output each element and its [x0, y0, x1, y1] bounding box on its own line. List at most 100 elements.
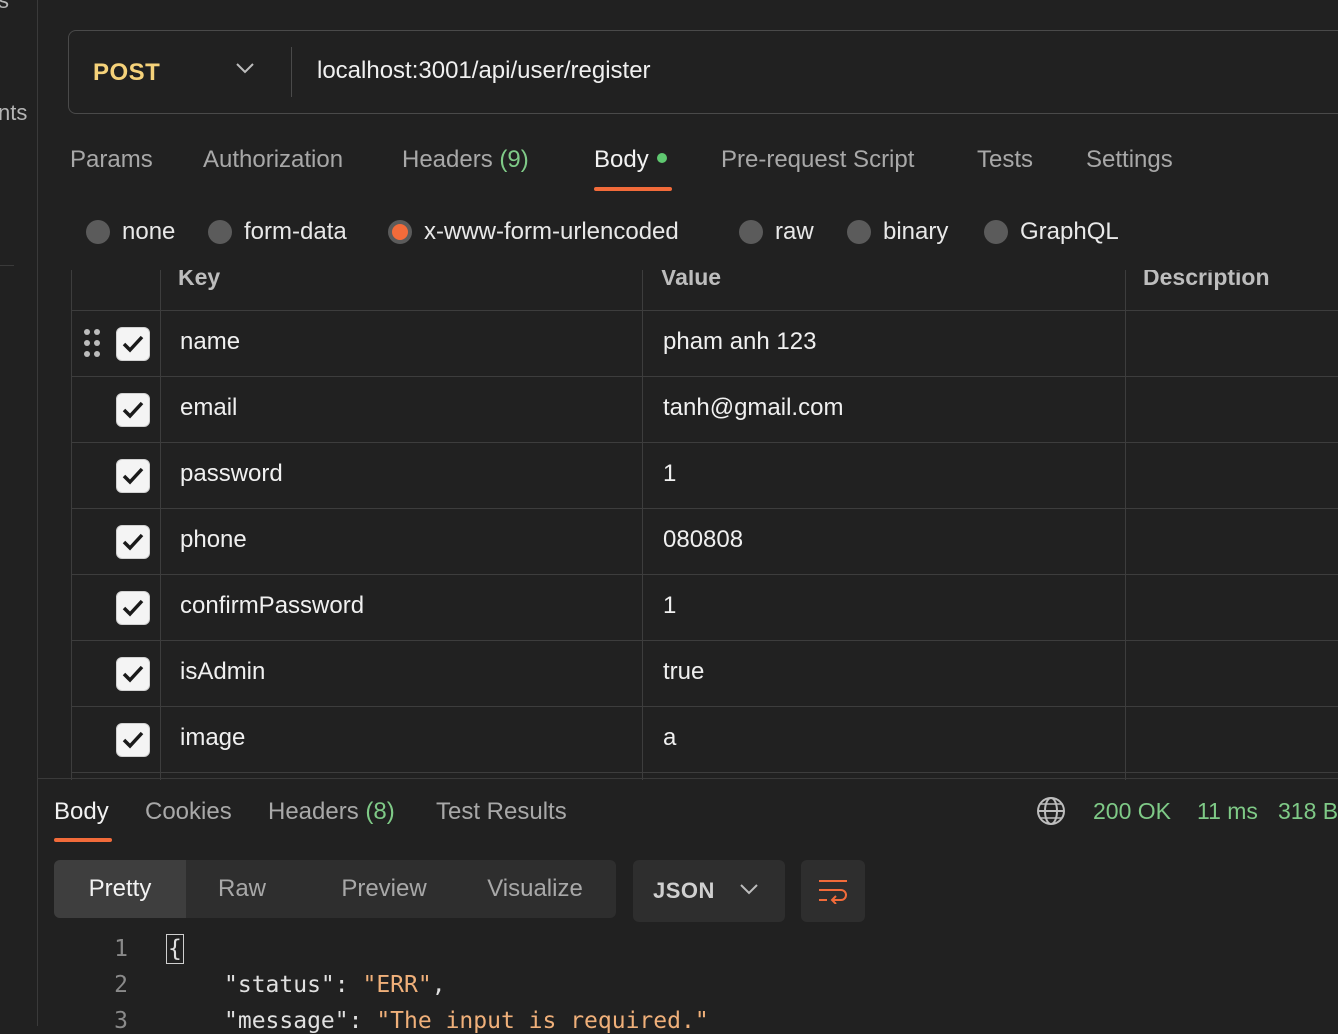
row-checkbox[interactable]	[116, 591, 150, 625]
format-tab-pretty[interactable]: Pretty	[54, 860, 186, 918]
column-header-description: Description	[1143, 270, 1270, 290]
radio-label: binary	[883, 218, 949, 245]
radio-x-www-form-urlencoded[interactable]: x-www-form-urlencoded	[388, 218, 679, 246]
checkbox-check-icon	[122, 335, 144, 353]
wrap-lines-icon	[819, 880, 847, 904]
key-cell[interactable]: confirmPassword	[180, 592, 364, 620]
radio-icon	[739, 220, 763, 244]
tab-headers-count: (9)	[499, 146, 529, 173]
row-checkbox[interactable]	[116, 393, 150, 427]
key-cell[interactable]: password	[180, 460, 283, 488]
response-tab-headers[interactable]: Headers (8)	[268, 798, 395, 826]
row-checkbox[interactable]	[116, 723, 150, 757]
radio-icon	[86, 220, 110, 244]
checkbox-check-icon	[122, 467, 144, 485]
active-tab-indicator	[594, 187, 672, 191]
radio-label: none	[122, 218, 176, 245]
sidebar-fragment[interactable]: nts	[0, 100, 27, 126]
language-label: JSON	[653, 878, 715, 903]
value-cell[interactable]: true	[663, 658, 704, 686]
key-cell[interactable]: image	[180, 724, 245, 752]
tab-pre-request-script[interactable]: Pre-request Script	[721, 146, 914, 174]
radio-none[interactable]: none	[86, 218, 175, 246]
radio-label: GraphQL	[1020, 218, 1119, 245]
key-cell[interactable]: phone	[180, 526, 247, 554]
sidebar-fragment[interactable]: s	[0, 0, 9, 14]
response-divider[interactable]	[38, 778, 1338, 779]
tab-params[interactable]: Params	[70, 146, 153, 174]
row-divider	[71, 310, 1338, 311]
tab-tests[interactable]: Tests	[977, 146, 1033, 174]
line-number: 1	[114, 936, 128, 962]
key-cell[interactable]: email	[180, 394, 237, 422]
format-tab-raw[interactable]: Raw	[186, 860, 298, 918]
status-code[interactable]: 200 OK	[1093, 798, 1171, 825]
json-value: "ERR"	[362, 972, 432, 998]
radio-binary[interactable]: binary	[847, 218, 948, 246]
params-table: Key Value Description name pham anh 123 …	[71, 270, 1338, 780]
table-border	[642, 270, 643, 780]
radio-graphql[interactable]: GraphQL	[984, 218, 1119, 246]
value-cell[interactable]: a	[663, 724, 676, 752]
code-line-1: {	[166, 934, 184, 964]
tab-body-label: Body	[594, 146, 649, 173]
left-sidebar: s nts	[0, 0, 38, 1026]
key-cell[interactable]: isAdmin	[180, 658, 265, 686]
main-panel: POST localhost:3001/api/user/register Pa…	[38, 0, 1338, 1034]
response-time[interactable]: 11 ms	[1197, 798, 1258, 825]
modified-dot-icon	[656, 152, 667, 163]
checkbox-check-icon	[122, 665, 144, 683]
row-checkbox[interactable]	[116, 525, 150, 559]
value-cell[interactable]: 1	[663, 592, 676, 620]
wrap-lines-button[interactable]	[801, 860, 865, 922]
radio-checked-icon	[388, 220, 412, 244]
row-divider	[71, 772, 1338, 773]
row-checkbox[interactable]	[116, 327, 150, 361]
tab-body[interactable]: Body	[594, 146, 667, 174]
row-divider	[71, 376, 1338, 377]
json-key: "message"	[224, 1008, 349, 1034]
checkbox-check-icon	[122, 731, 144, 749]
radio-icon	[208, 220, 232, 244]
value-cell[interactable]: 1	[663, 460, 676, 488]
tab-headers[interactable]: Headers (9)	[402, 146, 529, 174]
response-tab-test-results[interactable]: Test Results	[436, 798, 567, 826]
radio-raw[interactable]: raw	[739, 218, 814, 246]
tab-authorization[interactable]: Authorization	[203, 146, 343, 174]
row-divider	[71, 640, 1338, 641]
language-select[interactable]: JSON	[633, 860, 785, 922]
key-cell[interactable]: name	[180, 328, 240, 356]
response-tab-headers-label: Headers	[268, 798, 359, 825]
active-response-tab-indicator	[54, 838, 112, 842]
sidebar-divider	[0, 265, 14, 266]
url-bar: POST localhost:3001/api/user/register	[68, 30, 1338, 114]
row-checkbox[interactable]	[116, 459, 150, 493]
value-cell[interactable]: 080808	[663, 526, 743, 554]
code-line-3: "message": "The input is required."	[224, 1008, 709, 1034]
json-separator: :	[348, 1008, 377, 1034]
format-tab-visualize[interactable]: Visualize	[470, 860, 600, 918]
chevron-down-icon[interactable]	[235, 61, 255, 80]
response-size[interactable]: 318 B	[1278, 798, 1338, 825]
format-tab-preview[interactable]: Preview	[314, 860, 454, 918]
url-input[interactable]: localhost:3001/api/user/register	[317, 57, 651, 85]
drag-handle-icon[interactable]	[83, 328, 101, 363]
radio-form-data[interactable]: form-data	[208, 218, 347, 246]
globe-icon[interactable]	[1036, 796, 1066, 831]
row-checkbox[interactable]	[116, 657, 150, 691]
radio-label: form-data	[244, 218, 347, 245]
method-select[interactable]: POST	[93, 59, 160, 87]
response-tab-body[interactable]: Body	[54, 798, 109, 826]
json-key: "status"	[224, 972, 335, 998]
table-border	[160, 270, 161, 780]
table-border	[71, 270, 72, 780]
tab-settings[interactable]: Settings	[1086, 146, 1173, 174]
json-separator: :	[334, 972, 363, 998]
line-number: 3	[114, 1008, 128, 1034]
row-divider	[71, 706, 1338, 707]
value-cell[interactable]: pham anh 123	[663, 328, 816, 356]
radio-icon	[984, 220, 1008, 244]
response-tab-cookies[interactable]: Cookies	[145, 798, 232, 826]
value-cell[interactable]: tanh@gmail.com	[663, 394, 843, 422]
open-brace: {	[166, 934, 184, 964]
